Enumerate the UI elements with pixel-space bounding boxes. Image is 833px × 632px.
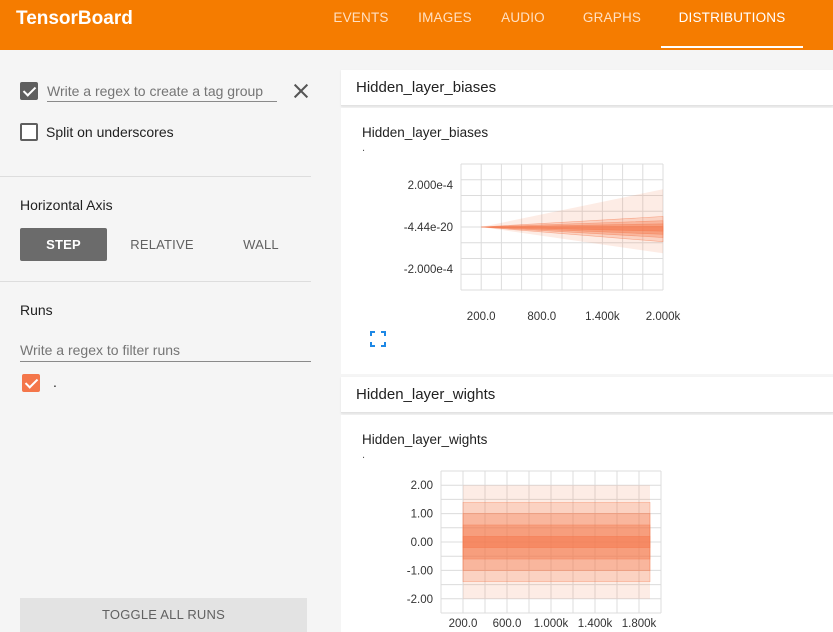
y-tick-label: -2.00 xyxy=(407,594,433,606)
y-tick-label: 2.00 xyxy=(411,480,433,492)
distribution-card-biases: Hidden_layer_biases . 2.000e-4 -4.44e-20 -… xyxy=(341,108,833,374)
chart-title: Hidden_layer_wights xyxy=(362,432,488,447)
app-title: TensorBoard xyxy=(16,8,133,29)
distribution-card-weights: Hidden_layer_wights . 2.00 1.00 0.00 -1.00 -… xyxy=(341,415,833,632)
distribution-chart-biases: 2.000e-4 -4.44e-20 -2.000e-4 200.0 800.0 1.40… xyxy=(404,163,681,320)
x-tick-label: 2.000k xyxy=(646,311,681,320)
x-tick-label: 1.400k xyxy=(578,618,613,630)
fit-to-domain-icon[interactable] xyxy=(370,331,386,347)
split-underscores-checkbox[interactable] xyxy=(20,123,38,141)
tab-distributions[interactable]: DISTRIBUTIONS xyxy=(661,0,803,50)
y-tick-label: -4.44e-20 xyxy=(404,222,453,234)
x-tick-label: 1.000k xyxy=(534,618,569,630)
sidebar-divider xyxy=(0,281,311,282)
run-label: . xyxy=(362,142,366,154)
x-tick-label: 1.400k xyxy=(585,311,620,320)
run-filter-input[interactable] xyxy=(20,338,311,362)
runs-title: Runs xyxy=(20,302,53,318)
toggle-all-runs-button[interactable]: TOGGLE ALL RUNS xyxy=(20,598,307,632)
top-app-bar: TensorBoard EVENTS IMAGES AUDIO GRAPHS D… xyxy=(0,0,833,50)
x-tick-label: 200.0 xyxy=(449,618,478,630)
distribution-chart-weights: 2.00 1.00 0.00 -1.00 -2.00 200.0 600.0 1.000k 1.… xyxy=(407,470,662,630)
close-icon[interactable] xyxy=(291,81,311,101)
split-underscores-label: Split on underscores xyxy=(46,124,174,140)
axis-wall-button[interactable]: WALL xyxy=(216,228,306,261)
distribution-band xyxy=(462,536,651,548)
y-tick-label: -1.00 xyxy=(407,565,433,577)
sidebar: Split on underscores Horizontal Axis STE… xyxy=(0,50,330,632)
tag-group-checkbox[interactable] xyxy=(20,82,38,100)
y-tick-label: 0.00 xyxy=(411,537,433,549)
axis-relative-button[interactable]: RELATIVE xyxy=(117,228,207,261)
x-tick-label: 600.0 xyxy=(493,618,522,630)
run-label: . xyxy=(53,374,57,390)
tab-events[interactable]: EVENTS xyxy=(315,0,407,50)
y-tick-label: -2.000e-4 xyxy=(404,264,454,276)
card-header-weights[interactable]: Hidden_layer_wights xyxy=(341,377,833,413)
y-tick-label: 2.000e-4 xyxy=(408,180,454,192)
axis-step-button[interactable]: STEP xyxy=(20,228,107,261)
sidebar-divider xyxy=(0,176,311,177)
run-checkbox[interactable] xyxy=(22,374,40,392)
nav-tabs: EVENTS IMAGES AUDIO GRAPHS DISTRIBUTIONS xyxy=(315,0,803,50)
tab-audio[interactable]: AUDIO xyxy=(483,0,563,50)
run-label: . xyxy=(362,449,366,461)
horizontal-axis-title: Horizontal Axis xyxy=(20,197,113,213)
tab-graphs[interactable]: GRAPHS xyxy=(563,0,661,50)
y-tick-label: 1.00 xyxy=(411,509,433,521)
x-tick-label: 200.0 xyxy=(467,311,496,320)
tag-group-regex-input[interactable] xyxy=(47,80,277,102)
tab-images[interactable]: IMAGES xyxy=(407,0,483,50)
card-header-biases[interactable]: Hidden_layer_biases xyxy=(341,70,833,106)
x-tick-label: 1.800k xyxy=(622,618,657,630)
x-tick-label: 800.0 xyxy=(527,311,556,320)
chart-title: Hidden_layer_biases xyxy=(362,125,489,140)
